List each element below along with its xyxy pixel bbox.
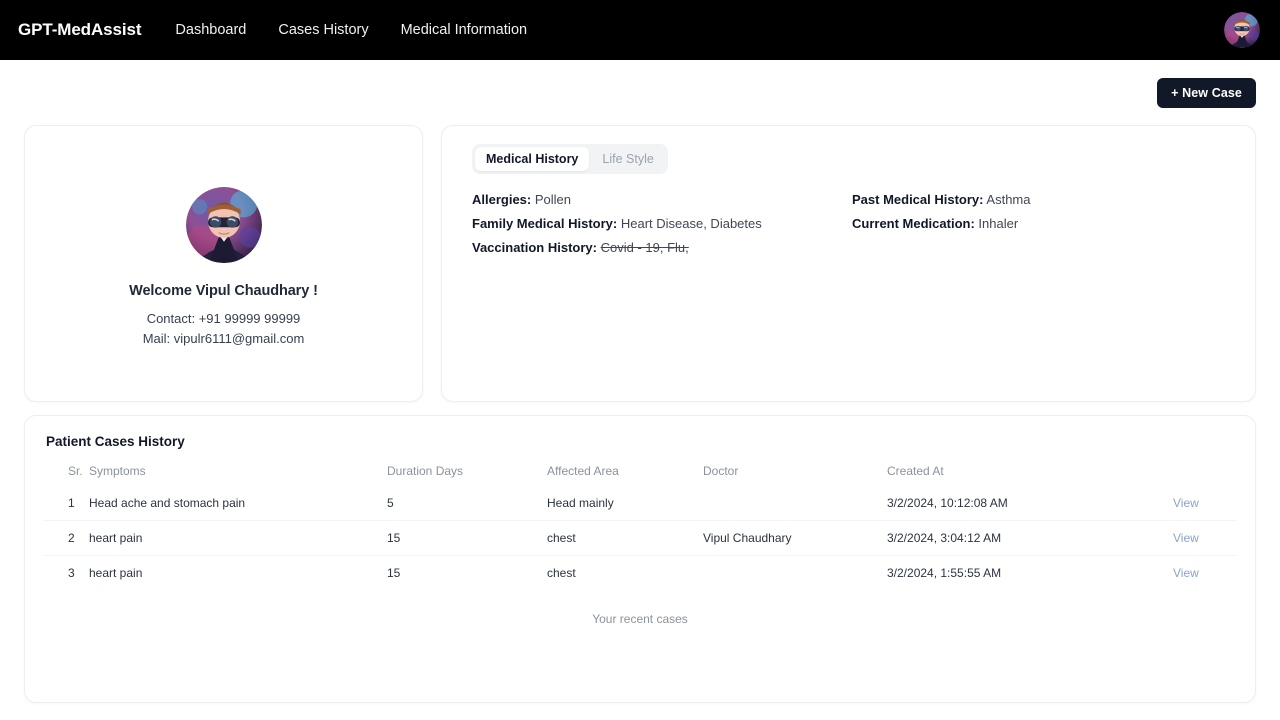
app-brand: GPT-MedAssist bbox=[18, 20, 142, 39]
field-past-medical-history: Past Medical History: Asthma bbox=[852, 188, 1231, 212]
primary-nav: Dashboard Cases History Medical Informat… bbox=[175, 21, 527, 39]
cell-created: 3/2/2024, 1:55:55 AM bbox=[887, 555, 1135, 590]
cell-created: 3/2/2024, 3:04:12 AM bbox=[887, 520, 1135, 556]
cell-sr: 3 bbox=[43, 555, 89, 590]
table-body: 1 Head ache and stomach pain 5 Head main… bbox=[43, 486, 1237, 590]
cell-duration: 15 bbox=[387, 520, 547, 556]
table-row: 3 heart pain 15 chest 3/2/2024, 1:55:55 … bbox=[43, 555, 1237, 590]
field-vaccination-history-label: Vaccination History: bbox=[472, 240, 597, 255]
page-content: + New Case Welcome Vipul Chaudhary ! Con… bbox=[0, 60, 1280, 703]
column-header-action bbox=[1135, 457, 1237, 486]
view-case-link[interactable]: View bbox=[1173, 531, 1199, 545]
field-current-medication: Current Medication: Inhaler bbox=[852, 212, 1231, 236]
nav-item-dashboard[interactable]: Dashboard bbox=[175, 22, 246, 38]
avatar-artwork bbox=[1224, 12, 1260, 48]
cell-action: View bbox=[1135, 486, 1237, 521]
cell-area: chest bbox=[547, 555, 703, 590]
field-vaccination-history: Vaccination History: Covid - 19, Flu, bbox=[472, 236, 852, 260]
nav-item-cases-history[interactable]: Cases History bbox=[278, 22, 368, 38]
page-toolbar: + New Case bbox=[24, 60, 1256, 125]
view-case-link[interactable]: View bbox=[1173, 566, 1199, 580]
medical-info-card: Medical History Life Style Allergies: Po… bbox=[441, 125, 1256, 402]
profile-card: Welcome Vipul Chaudhary ! Contact: +91 9… bbox=[24, 125, 423, 402]
table-head: Sr. Symptoms Duration Days Affected Area… bbox=[43, 457, 1237, 486]
column-header-duration: Duration Days bbox=[387, 464, 464, 478]
cell-action: View bbox=[1135, 555, 1237, 590]
column-header-symptoms: Symptoms bbox=[89, 464, 146, 478]
user-avatar-icon[interactable] bbox=[1224, 12, 1260, 48]
cell-action: View bbox=[1135, 520, 1237, 556]
cell-doctor bbox=[703, 486, 887, 521]
medical-tabs: Medical History Life Style bbox=[472, 144, 668, 174]
patient-cases-table: Sr. Symptoms Duration Days Affected Area… bbox=[43, 457, 1237, 590]
field-family-medical-history: Family Medical History: Heart Disease, D… bbox=[472, 212, 852, 236]
field-allergies-label: Allergies: bbox=[472, 192, 532, 207]
cell-area: Head mainly bbox=[547, 496, 614, 510]
field-allergies-value: Pollen bbox=[534, 192, 572, 207]
cell-sr: 1 bbox=[68, 496, 75, 510]
profile-avatar-icon bbox=[185, 187, 262, 263]
field-family-medical-history-label: Family Medical History: bbox=[472, 216, 618, 231]
cell-area: chest bbox=[547, 520, 703, 556]
avatar-artwork bbox=[185, 187, 262, 263]
tab-medical-history[interactable]: Medical History bbox=[475, 147, 590, 171]
column-header-sr: Sr. bbox=[68, 464, 83, 478]
top-section: Welcome Vipul Chaudhary ! Contact: +91 9… bbox=[24, 125, 1256, 402]
field-past-medical-history-value: Asthma bbox=[986, 192, 1031, 207]
tab-life-style[interactable]: Life Style bbox=[591, 147, 664, 171]
view-case-link[interactable]: View bbox=[1173, 496, 1199, 510]
field-current-medication-label: Current Medication: bbox=[852, 216, 975, 231]
welcome-title: Welcome Vipul Chaudhary ! bbox=[129, 283, 318, 299]
table-caption: Your recent cases bbox=[592, 612, 688, 626]
cell-duration: 15 bbox=[387, 555, 547, 590]
cell-symptoms: Head ache and stomach pain bbox=[89, 496, 246, 510]
cell-duration: 5 bbox=[387, 496, 394, 510]
patient-cases-title: Patient Cases History bbox=[46, 434, 185, 449]
nav-item-medical-information[interactable]: Medical Information bbox=[401, 22, 528, 38]
new-case-button[interactable]: + New Case bbox=[1157, 77, 1256, 108]
field-allergies: Allergies: Pollen bbox=[472, 188, 852, 212]
field-vaccination-history-value: Covid - 19, Flu, bbox=[600, 240, 689, 255]
cell-symptoms: heart pain bbox=[89, 555, 387, 590]
cell-doctor bbox=[703, 555, 887, 590]
table-row: 2 heart pain 15 chest Vipul Chaudhary 3/… bbox=[43, 520, 1237, 556]
column-header-doctor: Doctor bbox=[703, 464, 739, 478]
column-header-created: Created At bbox=[887, 464, 944, 478]
cell-doctor: Vipul Chaudhary bbox=[703, 520, 887, 556]
field-spacer bbox=[852, 236, 1231, 260]
patient-cases-card: Patient Cases History Sr. Symptoms Durat… bbox=[24, 415, 1256, 703]
table-header-row: Sr. Symptoms Duration Days Affected Area… bbox=[43, 457, 1237, 486]
profile-mail: Mail: vipulr6111@gmail.com bbox=[142, 331, 305, 346]
field-current-medication-value: Inhaler bbox=[978, 216, 1019, 231]
profile-contact: Contact: +91 99999 99999 bbox=[146, 311, 301, 326]
table-row: 1 Head ache and stomach pain 5 Head main… bbox=[43, 486, 1237, 521]
top-navbar: GPT-MedAssist Dashboard Cases History Me… bbox=[0, 0, 1280, 60]
field-family-medical-history-value: Heart Disease, Diabetes bbox=[620, 216, 762, 231]
cell-created: 3/2/2024, 10:12:08 AM bbox=[887, 496, 1008, 510]
column-header-area: Affected Area bbox=[547, 464, 619, 478]
field-past-medical-history-label: Past Medical History: bbox=[852, 192, 984, 207]
cell-sr: 2 bbox=[43, 520, 89, 556]
medical-fields-grid: Allergies: Pollen Past Medical History: … bbox=[472, 188, 1231, 260]
cell-symptoms: heart pain bbox=[89, 520, 387, 556]
